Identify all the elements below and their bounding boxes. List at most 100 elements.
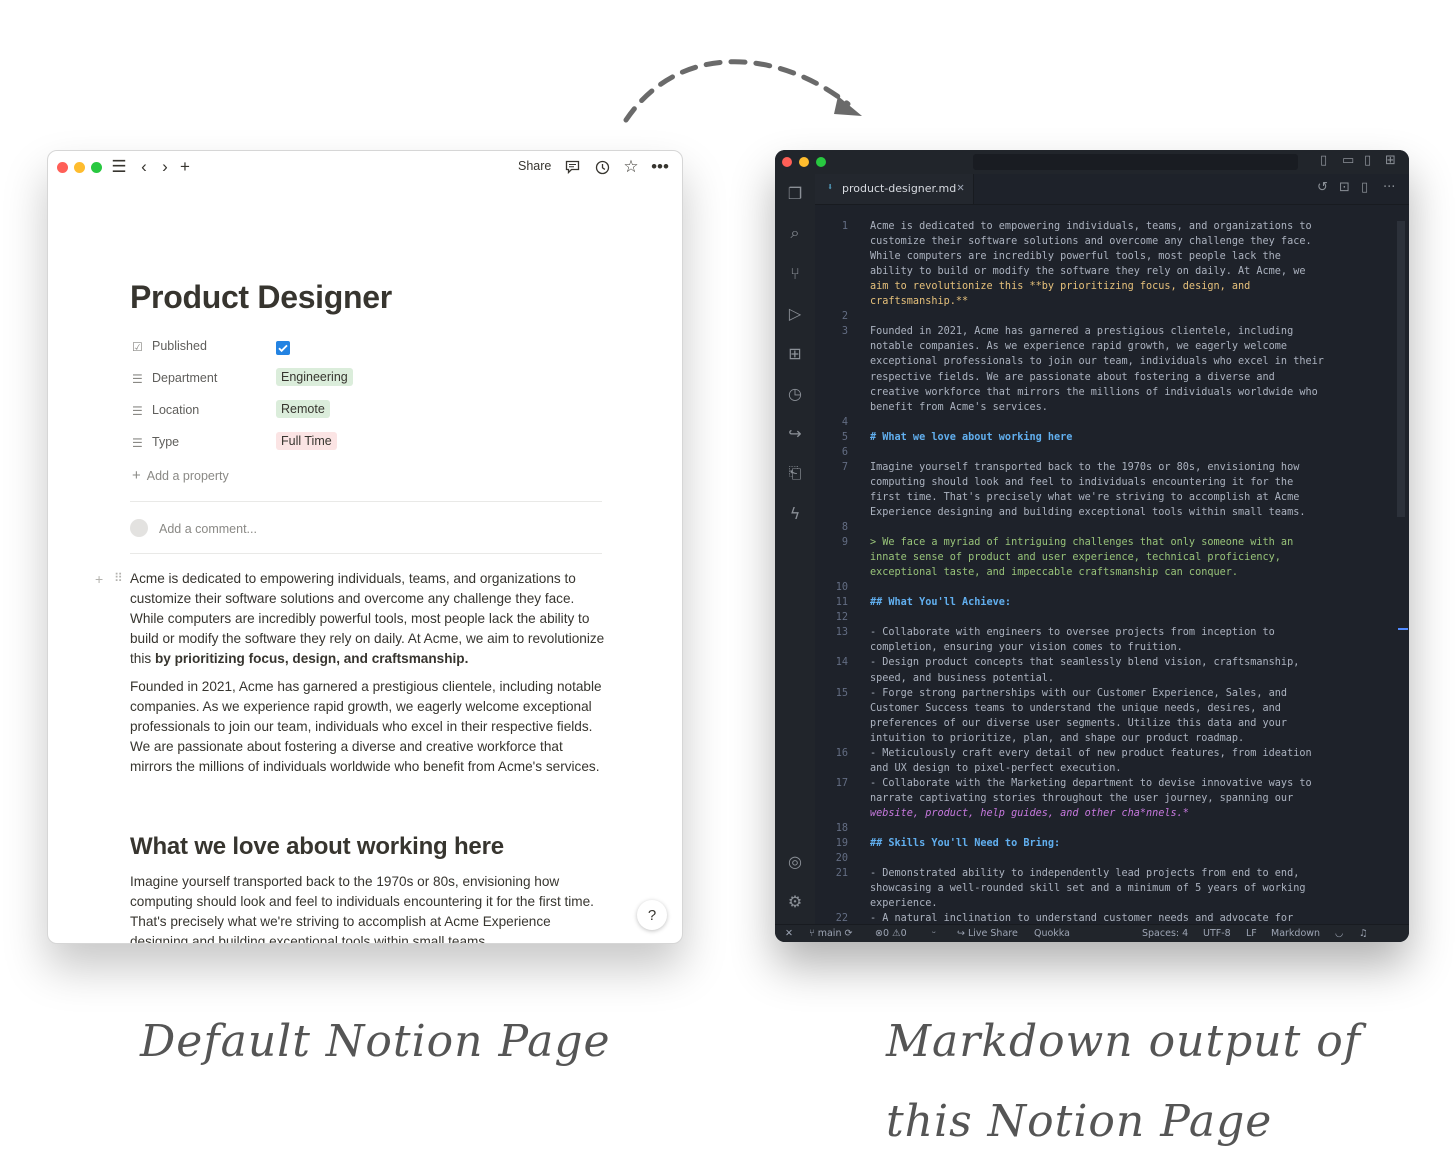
code-line[interactable]: aim to revolutionize this **by prioritiz…	[870, 281, 1250, 292]
code-line[interactable]: Experience designing and building except…	[870, 507, 1305, 518]
code-line[interactable]: experience.	[870, 898, 937, 909]
forward-icon[interactable]: ›	[154, 157, 176, 177]
code-line[interactable]: - Forge strong partnerships with our Cus…	[870, 688, 1287, 699]
code-line[interactable]: customize their software solutions and o…	[870, 236, 1312, 247]
feedback-icon[interactable]: ◡	[1335, 928, 1343, 939]
code-line[interactable]: > We face a myriad of intriguing challen…	[870, 537, 1293, 548]
code-line[interactable]: - Collaborate with engineers to oversee …	[870, 627, 1275, 638]
code-line[interactable]: notable companies. As we experience rapi…	[870, 341, 1287, 352]
new-page-icon[interactable]: +	[174, 157, 196, 177]
title-search-bar[interactable]	[973, 154, 1298, 170]
code-line[interactable]: respective fields. We are passionate abo…	[870, 372, 1275, 383]
eol-status[interactable]: LF	[1246, 928, 1257, 939]
vertical-scrollbar[interactable]	[1397, 221, 1405, 517]
close-tab-icon[interactable]: ✕	[957, 180, 964, 194]
settings-gear-icon[interactable]: ⚙	[784, 890, 806, 912]
quokka-status[interactable]: Quokka	[1034, 928, 1070, 939]
live-share-icon[interactable]: ↪	[784, 422, 806, 444]
published-checkbox[interactable]	[276, 341, 290, 355]
code-line[interactable]: completion, ensuring your vision comes t…	[870, 642, 1183, 653]
code-line[interactable]: first time. That's precisely what we're …	[870, 492, 1299, 503]
code-line[interactable]: narrate captivating stories throughout t…	[870, 793, 1293, 804]
code-line[interactable]: ## Skills You'll Need to Bring:	[870, 838, 1060, 849]
department-tag[interactable]: Engineering	[276, 368, 353, 386]
run-debug-icon[interactable]: ▷	[784, 302, 806, 324]
property-department[interactable]: ☰ Department Engineering	[132, 367, 612, 391]
customize-layout-icon[interactable]: ⊞	[1385, 153, 1396, 168]
code-line[interactable]: exceptional taste, and impeccable crafts…	[870, 567, 1238, 578]
share-button[interactable]: Share	[518, 159, 551, 173]
more-actions-icon[interactable]: ···	[1383, 180, 1395, 195]
toggle-panel-icon[interactable]: ▭	[1342, 153, 1354, 168]
favorite-star-icon[interactable]: ☆	[620, 157, 642, 177]
comment-input[interactable]: Add a comment...	[159, 522, 257, 536]
maximize-dot[interactable]	[816, 157, 826, 167]
type-tag[interactable]: Full Time	[276, 432, 337, 450]
maximize-dot[interactable]	[91, 162, 102, 173]
sidebar-menu-icon[interactable]: ☰	[108, 157, 130, 177]
code-editor[interactable]: 1 Acme is dedicated to empowering individ…	[815, 205, 1409, 924]
problems-status[interactable]: ⊗0 ⚠0	[875, 928, 907, 939]
indentation-status[interactable]: Spaces: 4	[1142, 928, 1188, 939]
add-property-button[interactable]: + Add a property	[132, 467, 229, 484]
code-line[interactable]: exceptional professionals to join our te…	[870, 356, 1324, 367]
code-line[interactable]: showcasing a well-rounded skill set and …	[870, 883, 1305, 894]
code-line[interactable]: creative workforce that mirrors the mill…	[870, 387, 1318, 398]
code-line[interactable]: - Demonstrated ability to independently …	[870, 868, 1299, 879]
code-line[interactable]: intuition to prioritize, plan, and shape…	[870, 733, 1244, 744]
code-line[interactable]: Customer Success teams to understand the…	[870, 703, 1281, 714]
minimize-dot[interactable]	[74, 162, 85, 173]
notification-bell-icon[interactable]: ♫	[1359, 928, 1368, 939]
close-dot[interactable]	[782, 157, 792, 167]
code-line[interactable]: preferences of our diverse user segments…	[870, 718, 1287, 729]
account-icon[interactable]: ◎	[784, 850, 806, 872]
language-mode-status[interactable]: Markdown	[1271, 928, 1320, 939]
toggle-sidebar-icon[interactable]: ▯	[1320, 153, 1327, 168]
property-published[interactable]: ☑ Published	[132, 335, 612, 359]
back-icon[interactable]: ‹	[133, 157, 155, 177]
code-line[interactable]: - Collaborate with the Marketing departm…	[870, 778, 1312, 789]
bookmarks-icon[interactable]: ⎗	[784, 462, 806, 484]
live-share-status[interactable]: ↪ Live Share	[957, 928, 1018, 939]
property-type[interactable]: ☰ Type Full Time	[132, 431, 612, 455]
code-line[interactable]: innate sense of product and user experie…	[870, 552, 1281, 563]
code-line[interactable]: - Meticulously craft every detail of new…	[870, 748, 1312, 759]
more-options-icon[interactable]: •••	[649, 157, 671, 177]
explorer-icon[interactable]: ❐	[784, 182, 806, 204]
code-line[interactable]: computing should look and feel to indivi…	[870, 477, 1293, 488]
minimize-dot[interactable]	[799, 157, 809, 167]
code-line[interactable]: ability to build or modify the software …	[870, 266, 1305, 277]
tab-product-designer-md[interactable]: ⬇ product-designer.md ✕	[815, 174, 974, 204]
code-line[interactable]: and UX design to pixel-perfect execution…	[870, 763, 1121, 774]
open-preview-icon[interactable]: ⊡	[1339, 180, 1350, 195]
code-line[interactable]: - A natural inclination to understand cu…	[870, 913, 1293, 924]
code-line[interactable]: Imagine yourself transported back to the…	[870, 462, 1299, 473]
remote-icon[interactable]: ✕	[785, 928, 793, 939]
code-line[interactable]: speed, and business potential.	[870, 673, 1054, 684]
broadcast-icon[interactable]: ᵕ	[932, 928, 936, 939]
quokka-icon[interactable]: ϟ	[784, 502, 806, 524]
close-dot[interactable]	[57, 162, 68, 173]
property-location[interactable]: ☰ Location Remote	[132, 399, 612, 423]
code-line[interactable]: craftsmanship.**	[870, 296, 968, 307]
code-line[interactable]: # What we love about working here	[870, 432, 1072, 443]
code-line[interactable]: While computers are incredibly powerful …	[870, 251, 1281, 262]
remote-explorer-icon[interactable]: ◷	[784, 382, 806, 404]
code-line[interactable]: website, product, help guides, and other…	[870, 808, 1189, 819]
code-line[interactable]: Acme is dedicated to empowering individu…	[870, 221, 1312, 232]
timeline-icon[interactable]: ↺	[1317, 180, 1328, 195]
source-control-icon[interactable]: ⑂	[784, 262, 806, 284]
add-block-icon[interactable]: +	[95, 571, 103, 587]
comments-icon[interactable]	[561, 157, 583, 177]
split-editor-icon[interactable]: ▯	[1361, 180, 1368, 195]
drag-handle-icon[interactable]: ⠿	[114, 571, 123, 585]
code-line[interactable]: ## What You'll Achieve:	[870, 597, 1011, 608]
help-button[interactable]: ?	[637, 900, 667, 930]
history-icon[interactable]	[591, 157, 613, 177]
encoding-status[interactable]: UTF-8	[1203, 928, 1231, 939]
toggle-secondary-sidebar-icon[interactable]: ▯	[1364, 153, 1371, 168]
code-line[interactable]: Founded in 2021, Acme has garnered a pre…	[870, 326, 1293, 337]
search-icon[interactable]: ⌕	[784, 222, 806, 244]
branch-status[interactable]: ⑂ main ⟳	[809, 928, 852, 939]
extensions-icon[interactable]: ⊞	[784, 342, 806, 364]
